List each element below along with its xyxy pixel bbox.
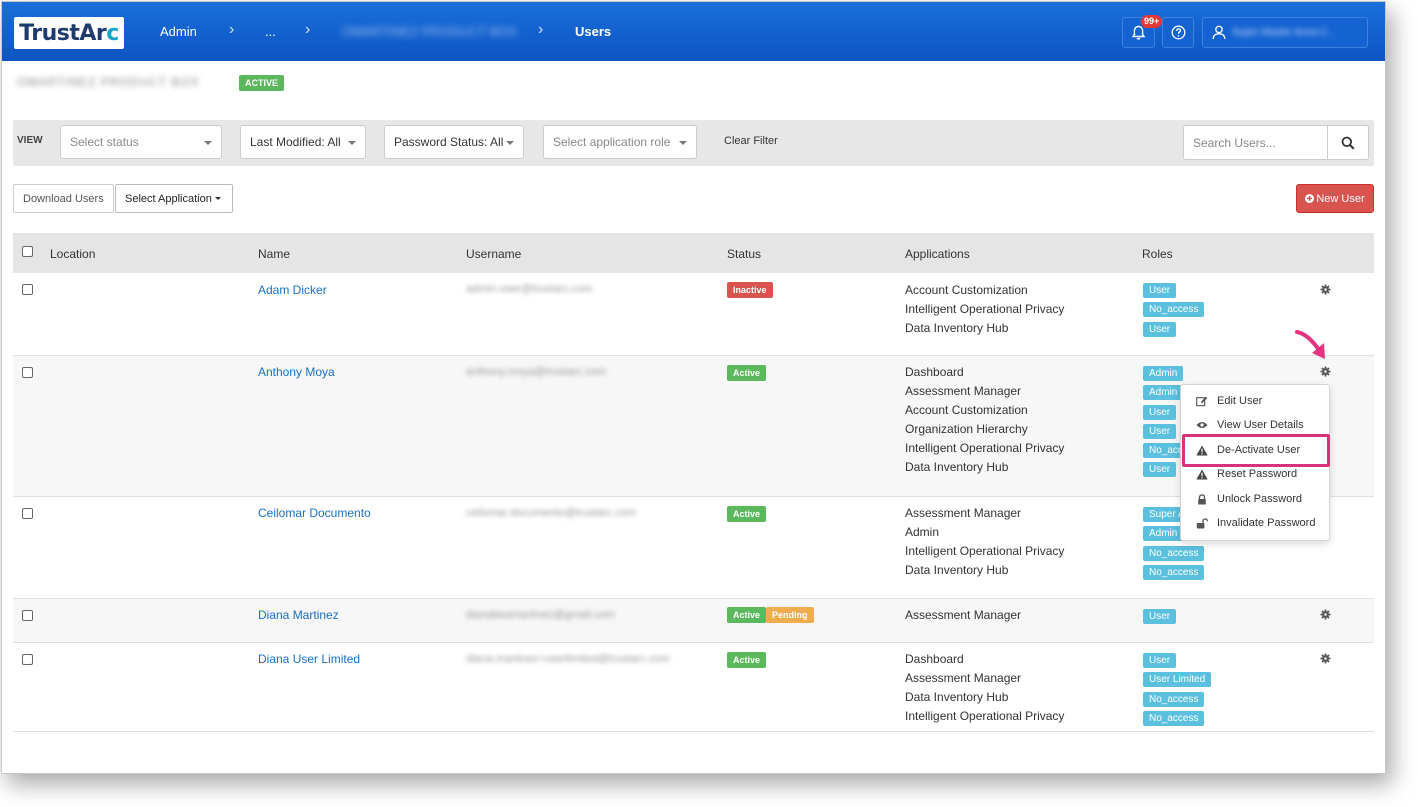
- caret-down-icon: [214, 197, 221, 200]
- row-checkbox[interactable]: [22, 367, 33, 378]
- table-row: Diana Martinez dianabeamartinez@gmail.co…: [13, 599, 1374, 643]
- roles-list: User User Limited No_access No_access: [1143, 652, 1212, 729]
- applications-list: Dashboard Assessment Manager Account Cus…: [905, 365, 1065, 474]
- menu-item-view-user-details[interactable]: View User Details: [1181, 414, 1331, 436]
- clear-filter-link[interactable]: Clear Filter: [724, 135, 778, 147]
- chevron-right-icon: ›: [229, 21, 235, 38]
- new-user-button[interactable]: New User: [1296, 184, 1374, 213]
- notifications-button[interactable]: 99+: [1122, 15, 1163, 48]
- row-checkbox[interactable]: [22, 284, 33, 295]
- lock-icon: [1195, 493, 1208, 505]
- table-row: Diana User Limited diana.martinez+userli…: [13, 643, 1374, 732]
- search-button[interactable]: [1327, 125, 1369, 160]
- breadcrumb-admin[interactable]: Admin: [160, 24, 197, 39]
- top-navbar: TrustAr c Admin › ... › OMARTINEZ PRODUCT…: [2, 2, 1385, 61]
- column-header-location[interactable]: Location: [50, 247, 95, 261]
- app-window: TrustAr c Admin › ... › OMARTINEZ PRODUCT…: [1, 1, 1386, 774]
- menu-item-invalidate-password[interactable]: Invalidate Password: [1181, 512, 1331, 534]
- users-table-header: Location Name Username Status Applicatio…: [13, 233, 1374, 273]
- column-header-status[interactable]: Status: [727, 247, 761, 261]
- select-application-dropdown[interactable]: Select Application: [115, 184, 233, 213]
- status-badge: Pending: [766, 607, 814, 623]
- user-name-link[interactable]: Diana Martinez: [258, 608, 339, 622]
- help-icon: [1171, 25, 1185, 40]
- org-name: OMARTINEZ PRODUCT BOX: [17, 75, 200, 89]
- download-users-button[interactable]: Download Users: [13, 184, 114, 213]
- password-status-select[interactable]: Password Status: All: [384, 125, 524, 159]
- chevron-right-icon: ›: [305, 21, 311, 38]
- menu-item-unlock-password[interactable]: Unlock Password: [1181, 488, 1331, 510]
- username-cell: admin-user@trustarc.com: [466, 283, 593, 295]
- gear-icon[interactable]: [1320, 366, 1331, 377]
- roles-list: User: [1143, 608, 1177, 627]
- user-name-link[interactable]: Ceilomar Documento: [258, 506, 371, 520]
- edit-icon: [1195, 396, 1208, 407]
- username-cell: ceilomar.documento@trustarc.com: [466, 507, 637, 519]
- last-modified-select[interactable]: Last Modified: All: [240, 125, 366, 159]
- user-menu-button[interactable]: Super Master Anna C...: [1202, 17, 1368, 48]
- user-name-link[interactable]: Diana User Limited: [258, 652, 360, 666]
- status-badge: Active: [727, 506, 767, 522]
- unlock-icon: [1195, 517, 1208, 529]
- application-role-select[interactable]: Select application role: [543, 125, 697, 159]
- column-header-username[interactable]: Username: [466, 247, 521, 261]
- applications-list: Assessment Manager: [905, 608, 1022, 622]
- row-checkbox[interactable]: [22, 654, 33, 665]
- username-cell: dianabeamartinez@gmail.com: [466, 609, 615, 621]
- status-badge: Active: [727, 652, 767, 668]
- applications-list: Account Customization Intelligent Operat…: [905, 283, 1065, 335]
- roles-list: User No_access User: [1143, 282, 1205, 340]
- gear-icon[interactable]: [1320, 653, 1331, 664]
- column-header-applications[interactable]: Applications: [905, 247, 970, 261]
- breadcrumb-org[interactable]: OMARTINEZ PRODUCT BOX: [342, 24, 517, 39]
- user-icon: [1212, 25, 1226, 40]
- trustarc-logo[interactable]: TrustAr c: [14, 17, 124, 49]
- status-badge: Active: [727, 607, 767, 623]
- applications-list: Assessment Manager Admin Intelligent Ope…: [905, 506, 1065, 577]
- notification-count-badge: 99+: [1141, 15, 1163, 28]
- status-select[interactable]: Select status: [60, 125, 222, 159]
- user-name-link[interactable]: Adam Dicker: [258, 283, 327, 297]
- gear-icon[interactable]: [1320, 284, 1331, 295]
- plus-circle-icon: [1305, 194, 1315, 203]
- annotation-arrow-icon: [1295, 330, 1325, 359]
- search-icon: [1341, 136, 1355, 150]
- filter-bar: VIEW Select status Last Modified: All Pa…: [13, 120, 1374, 166]
- caret-down-icon: [204, 141, 212, 145]
- column-header-name[interactable]: Name: [258, 247, 290, 261]
- select-all-checkbox[interactable]: [22, 246, 33, 257]
- status-badge: Active: [727, 365, 767, 381]
- menu-item-edit-user[interactable]: Edit User: [1181, 390, 1331, 412]
- chevron-right-icon: ›: [538, 21, 544, 38]
- row-checkbox[interactable]: [22, 508, 33, 519]
- row-checkbox[interactable]: [22, 610, 33, 621]
- username-cell: diana.martinez+userlimited@trustarc.com: [466, 653, 670, 665]
- caret-down-icon: [506, 141, 514, 145]
- username-cell: anthony.moya@trustarc.com: [466, 366, 606, 378]
- deactivate-highlight-box: [1182, 434, 1330, 467]
- breadcrumb-users: Users: [575, 24, 612, 39]
- column-header-roles[interactable]: Roles: [1142, 247, 1173, 261]
- applications-list: Dashboard Assessment Manager Data Invent…: [905, 652, 1065, 723]
- org-status-badge: ACTIVE: [239, 75, 285, 91]
- caret-down-icon: [348, 141, 356, 145]
- table-row: Adam Dicker admin-user@trustarc.com Inac…: [13, 273, 1374, 356]
- eye-icon: [1195, 420, 1208, 431]
- user-name-link[interactable]: Anthony Moya: [258, 365, 335, 379]
- breadcrumb-ellipsis[interactable]: ...: [265, 24, 276, 39]
- help-button[interactable]: [1162, 17, 1194, 48]
- gear-icon[interactable]: [1320, 609, 1331, 620]
- table-row: Anthony Moya anthony.moya@trustarc.com A…: [13, 356, 1374, 497]
- warning-icon: [1195, 469, 1208, 480]
- user-name: Super Master Anna C...: [1232, 27, 1336, 38]
- caret-down-icon: [679, 141, 687, 145]
- status-badge: Inactive: [727, 282, 773, 298]
- table-row: Ceilomar Documento ceilomar.documento@tr…: [13, 497, 1374, 599]
- view-label: VIEW: [17, 135, 43, 146]
- search-users-input[interactable]: [1183, 125, 1329, 160]
